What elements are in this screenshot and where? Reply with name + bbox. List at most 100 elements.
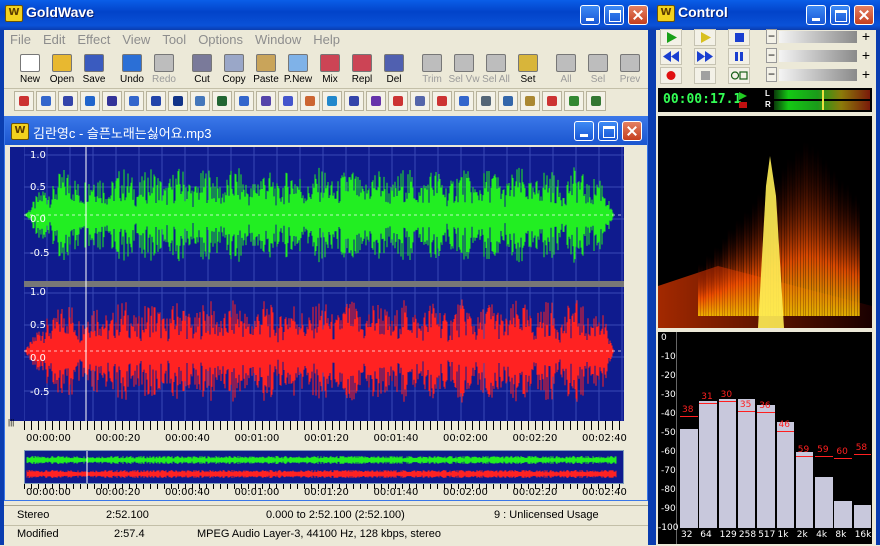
volume-decrease-button[interactable]: −: [766, 29, 777, 44]
effect-tool-button[interactable]: [36, 91, 56, 111]
open-button[interactable]: Open: [46, 51, 78, 87]
spectrum-db-label: -90: [661, 504, 676, 514]
control-minimize-button[interactable]: [806, 5, 826, 25]
redo-button[interactable]: Redo: [148, 51, 180, 87]
status-position: 2:57.4: [114, 528, 145, 540]
waveform-view[interactable]: [24, 147, 624, 421]
del-button[interactable]: Del: [378, 51, 410, 87]
effect-tool-button[interactable]: [58, 91, 78, 111]
cut-button[interactable]: Cut: [186, 51, 218, 87]
maximize-button[interactable]: [604, 5, 624, 25]
menu-bar: File Edit Effect View Tool Options Windo…: [4, 31, 648, 49]
play-selection-button[interactable]: [694, 29, 716, 46]
effect-tool-button[interactable]: [14, 91, 34, 111]
speed-decrease-button[interactable]: −: [766, 67, 777, 82]
effect-tool-button[interactable]: [520, 91, 540, 111]
effect-tool-button[interactable]: [80, 91, 100, 111]
speed-increase-button[interactable]: +: [860, 67, 872, 82]
sel-vw-button[interactable]: Sel Vw: [448, 51, 480, 87]
new-button[interactable]: New: [14, 51, 46, 87]
volume-slider[interactable]: [779, 31, 857, 43]
effect-tool-button[interactable]: [498, 91, 518, 111]
stop-button[interactable]: [728, 29, 750, 46]
fast-forward-button[interactable]: [694, 48, 716, 65]
control-close-button[interactable]: [854, 5, 874, 25]
toolbar-label: Cut: [194, 74, 210, 85]
effect-tool-button[interactable]: [366, 91, 386, 111]
menu-options[interactable]: Options: [192, 31, 249, 49]
waveform-canvas[interactable]: [24, 147, 624, 421]
toolbar-label: Prev: [619, 74, 641, 85]
effect-tool-button[interactable]: [234, 91, 254, 111]
speed-slider[interactable]: [779, 69, 857, 81]
menu-effect[interactable]: Effect: [71, 31, 116, 49]
document-close-button[interactable]: [622, 121, 642, 141]
minimize-button[interactable]: [580, 5, 600, 25]
overview-waveform[interactable]: [24, 450, 624, 484]
effect-tool-button[interactable]: [124, 91, 144, 111]
sel-button[interactable]: Sel: [582, 51, 614, 87]
balance-decrease-button[interactable]: −: [766, 48, 777, 63]
copy-button[interactable]: Copy: [218, 51, 250, 87]
menu-help[interactable]: Help: [307, 31, 346, 49]
document-minimize-button[interactable]: [574, 121, 594, 141]
document-maximize-button[interactable]: [598, 121, 618, 141]
effect-icon: [173, 96, 183, 106]
monitor-button[interactable]: [728, 67, 750, 84]
menu-edit[interactable]: Edit: [37, 31, 71, 49]
effect-tool-button[interactable]: [300, 91, 320, 111]
effect-tool-button[interactable]: [146, 91, 166, 111]
menu-tool[interactable]: Tool: [156, 31, 192, 49]
balance-increase-button[interactable]: +: [860, 48, 872, 63]
set-button[interactable]: Set: [512, 51, 544, 87]
effect-tool-button[interactable]: [586, 91, 606, 111]
all-button[interactable]: All: [550, 51, 582, 87]
menu-file[interactable]: File: [4, 31, 37, 49]
volume-increase-button[interactable]: +: [860, 29, 872, 44]
record-button[interactable]: [660, 67, 682, 84]
spectrum-bar: [680, 429, 698, 528]
prev-button[interactable]: Prev: [614, 51, 646, 87]
effect-tool-button[interactable]: [564, 91, 584, 111]
effect-tool-button[interactable]: [322, 91, 342, 111]
redo-icon: [154, 54, 174, 72]
balance-slider[interactable]: [779, 50, 857, 62]
menu-view[interactable]: View: [116, 31, 156, 49]
stop-record-button[interactable]: [694, 67, 716, 84]
effect-tool-button[interactable]: [410, 91, 430, 111]
effect-tool-button[interactable]: [190, 91, 210, 111]
effect-tool-button[interactable]: [278, 91, 298, 111]
trim-button[interactable]: Trim: [416, 51, 448, 87]
rewind-button[interactable]: [660, 48, 682, 65]
effect-icon: [569, 96, 579, 106]
control-maximize-button[interactable]: [830, 5, 850, 25]
effect-tool-button[interactable]: [168, 91, 188, 111]
toolbar-label: Sel: [590, 74, 606, 85]
close-button[interactable]: [628, 5, 648, 25]
effect-tool-button[interactable]: [542, 91, 562, 111]
main-title-bar[interactable]: W GoldWave: [0, 0, 652, 30]
vertical-scroll-marker[interactable]: |||: [8, 418, 20, 430]
spectrum-db-label: -10: [661, 352, 676, 362]
paste-button[interactable]: Paste: [250, 51, 282, 87]
mix-button[interactable]: Mix: [314, 51, 346, 87]
effect-tool-button[interactable]: [256, 91, 276, 111]
spectrum-db-label: -60: [661, 447, 676, 457]
effect-tool-button[interactable]: [388, 91, 408, 111]
sel-all-button[interactable]: Sel All: [480, 51, 512, 87]
play-button[interactable]: [660, 29, 682, 46]
document-title-bar[interactable]: W 김란영c - 슬픈노래는싫어요.mp3: [5, 117, 647, 145]
effect-tool-button[interactable]: [344, 91, 364, 111]
control-title-bar[interactable]: W Control: [652, 0, 880, 30]
effect-tool-button[interactable]: [102, 91, 122, 111]
effect-tool-button[interactable]: [432, 91, 452, 111]
effect-tool-button[interactable]: [212, 91, 232, 111]
effect-tool-button[interactable]: [454, 91, 474, 111]
p-new-button[interactable]: P.New: [282, 51, 314, 87]
undo-button[interactable]: Undo: [116, 51, 148, 87]
pause-button[interactable]: [728, 48, 750, 65]
effect-tool-button[interactable]: [476, 91, 496, 111]
menu-window[interactable]: Window: [249, 31, 307, 49]
save-button[interactable]: Save: [78, 51, 110, 87]
repl-button[interactable]: Repl: [346, 51, 378, 87]
